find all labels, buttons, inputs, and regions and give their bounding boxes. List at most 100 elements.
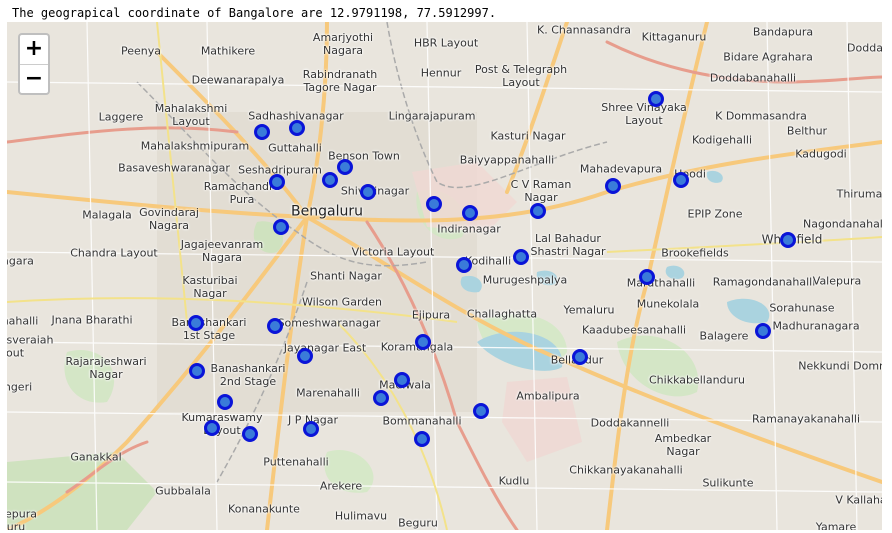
location-marker[interactable] bbox=[242, 426, 258, 442]
place-label: Indiranagar bbox=[437, 222, 501, 236]
place-label: Someshwaranagar bbox=[277, 316, 381, 330]
place-label: Hennur bbox=[420, 66, 462, 80]
location-marker[interactable] bbox=[188, 315, 204, 331]
place-label: Baiyyappanahalli bbox=[459, 153, 555, 167]
location-marker[interactable] bbox=[273, 219, 289, 235]
place-label: Balagere bbox=[699, 329, 749, 343]
map-view[interactable]: + − Peenya Mathikere Amarjyothi Nagara HBR … bbox=[7, 22, 882, 530]
place-label: Marenahalli bbox=[296, 386, 360, 400]
location-marker[interactable] bbox=[217, 394, 233, 410]
place-label: Sulikunte bbox=[702, 476, 754, 490]
place-label: Ramanayakanahalli bbox=[751, 412, 861, 426]
place-label: K Dommasandra bbox=[715, 109, 807, 123]
place-label: Murugeshpalya bbox=[482, 273, 568, 287]
location-marker[interactable] bbox=[426, 196, 442, 212]
location-marker[interactable] bbox=[572, 349, 588, 365]
place-label: Jnana Bharathi bbox=[51, 313, 133, 327]
place-label: Victoria Layout bbox=[351, 245, 435, 259]
place-label: Ejipura bbox=[411, 308, 451, 322]
place-label: Kaadubeesanahalli bbox=[581, 323, 687, 337]
location-marker[interactable] bbox=[648, 91, 664, 107]
place-label: Shree Vinayaka Layout bbox=[601, 101, 687, 127]
place-label: epura bbox=[7, 507, 37, 521]
place-label: Ganakkal bbox=[70, 450, 122, 464]
place-label: Doddakannelli bbox=[590, 416, 670, 430]
location-marker[interactable] bbox=[322, 172, 338, 188]
location-marker[interactable] bbox=[673, 172, 689, 188]
location-marker[interactable] bbox=[415, 334, 431, 350]
place-label: Marathahalli bbox=[626, 276, 696, 290]
place-label: Challaghatta bbox=[466, 307, 538, 321]
place-label: Gubbalala bbox=[155, 484, 211, 498]
place-label: Puttenahalli bbox=[263, 455, 329, 469]
location-marker[interactable] bbox=[456, 257, 472, 273]
place-label: Kadugodi bbox=[795, 147, 847, 161]
place-label: Munekolala bbox=[636, 297, 700, 311]
location-marker[interactable] bbox=[254, 124, 270, 140]
place-label: Mahalakshmi Layout bbox=[154, 102, 228, 128]
place-label: Bandapura bbox=[752, 25, 814, 39]
place-label: Mathikere bbox=[200, 44, 256, 58]
place-label: Madhuranagara bbox=[772, 319, 860, 333]
place-label: Shanti Nagar bbox=[310, 269, 382, 283]
place-label: Kasturi Nagar bbox=[490, 129, 566, 143]
place-label: Hulimavu bbox=[334, 509, 388, 523]
place-label: Govindaraj Nagara bbox=[139, 206, 199, 232]
location-marker[interactable] bbox=[394, 372, 410, 388]
zoom-control: + − bbox=[18, 33, 50, 95]
place-label: Ramagondanahalli bbox=[712, 275, 816, 289]
location-marker[interactable] bbox=[269, 174, 285, 190]
location-marker[interactable] bbox=[462, 205, 478, 221]
location-marker[interactable] bbox=[373, 390, 389, 406]
location-marker[interactable] bbox=[605, 178, 621, 194]
place-label: K. Channasandra bbox=[537, 23, 631, 37]
place-label: Yamare bbox=[815, 520, 857, 531]
place-label: Mahalakshmipuram bbox=[140, 139, 250, 153]
location-marker[interactable] bbox=[189, 363, 205, 379]
place-label: EPIP Zone bbox=[687, 207, 743, 221]
location-marker[interactable] bbox=[780, 232, 796, 248]
place-label: Kasturibai Nagar bbox=[182, 274, 238, 300]
place-label: Konanakunte bbox=[228, 502, 300, 516]
place-label: Chikkabellanduru bbox=[648, 373, 746, 387]
place-label: Lal Bahadur Shastri Nagar bbox=[530, 232, 606, 258]
location-marker[interactable] bbox=[530, 203, 546, 219]
place-label: Doddabanahalli bbox=[709, 71, 797, 85]
place-label: out bbox=[7, 346, 25, 360]
location-marker[interactable] bbox=[289, 120, 305, 136]
place-label: Lingarajapuram bbox=[388, 109, 476, 123]
place-label: Bommanahalli bbox=[382, 414, 462, 428]
place-label: Yemaluru bbox=[563, 303, 615, 317]
location-marker[interactable] bbox=[473, 403, 489, 419]
location-marker[interactable] bbox=[337, 159, 353, 175]
place-label: Bidare Agrahara bbox=[723, 50, 813, 64]
place-label: Ambedkar Nagar bbox=[654, 432, 712, 458]
place-label: Mahadevapura bbox=[579, 162, 663, 176]
place-label: Post & Telegraph Layout bbox=[474, 63, 568, 89]
zoom-in-button[interactable]: + bbox=[20, 35, 48, 65]
location-marker[interactable] bbox=[204, 420, 220, 436]
location-marker[interactable] bbox=[414, 431, 430, 447]
location-marker[interactable] bbox=[360, 184, 376, 200]
place-label: V Kallaha bbox=[835, 493, 882, 507]
place-label: Peenya bbox=[121, 44, 161, 58]
place-label: Dodda bbox=[847, 41, 882, 55]
place-label: Nagondanahalli bbox=[803, 217, 882, 231]
place-label: Valepura bbox=[812, 274, 862, 288]
location-marker[interactable] bbox=[639, 269, 655, 285]
place-label: Jayanagar East bbox=[283, 341, 367, 355]
zoom-out-button[interactable]: − bbox=[20, 65, 48, 93]
location-marker[interactable] bbox=[513, 249, 529, 265]
place-label: Ambalipura bbox=[516, 389, 580, 403]
place-label: Kittaganuru bbox=[641, 30, 707, 44]
place-label: Banashankari 1st Stage bbox=[171, 316, 247, 342]
place-label: Wilson Garden bbox=[302, 295, 382, 309]
place-label: Chikkanayakanahalli bbox=[569, 463, 683, 477]
place-label: Arekere bbox=[319, 479, 363, 493]
location-marker[interactable] bbox=[297, 348, 313, 364]
location-marker[interactable] bbox=[303, 421, 319, 437]
location-marker[interactable] bbox=[755, 323, 771, 339]
location-marker[interactable] bbox=[267, 318, 283, 334]
place-label: Bengaluru bbox=[291, 203, 363, 220]
place-label: Rajarajeshwari Nagar bbox=[65, 355, 147, 381]
